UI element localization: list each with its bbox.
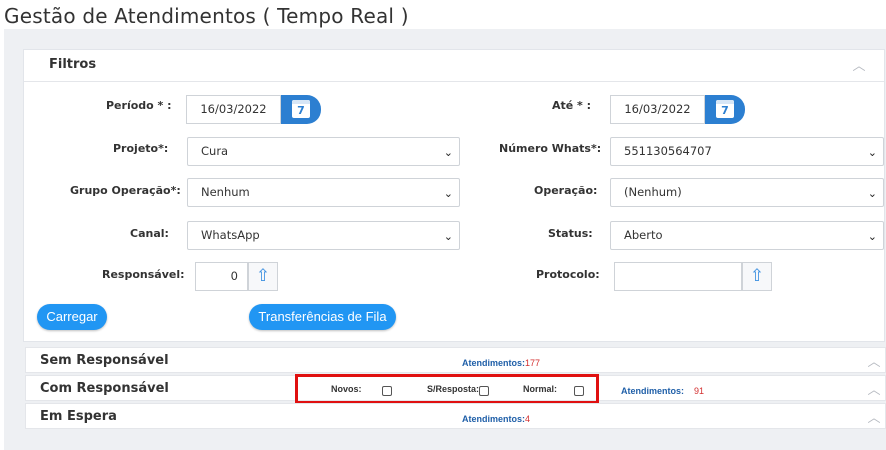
- chevron-down-icon: ⌄: [867, 146, 877, 159]
- status-label: Status:: [548, 227, 593, 240]
- filters-title: Filtros: [49, 57, 97, 72]
- periodo-input[interactable]: 16/03/2022: [186, 95, 281, 124]
- calendar-icon: 7: [292, 100, 310, 118]
- page-title: Gestão de Atendimentos ( Tempo Real ): [4, 4, 409, 28]
- grupo-operacao-select[interactable]: Nenhum ⌄: [187, 178, 460, 207]
- projeto-label: Projeto*:: [113, 142, 169, 155]
- chevron-down-icon: ⌄: [443, 146, 453, 159]
- operacao-select[interactable]: (Nenhum) ⌄: [610, 178, 884, 207]
- responsavel-up-button[interactable]: ⇧: [248, 262, 278, 291]
- ate-label: Até * :: [552, 99, 592, 112]
- em-espera-title: Em Espera: [40, 409, 117, 424]
- responsavel-input[interactable]: 0: [195, 262, 248, 291]
- filters-header[interactable]: Filtros ︿: [24, 50, 884, 82]
- em-espera-atendimentos: Atendimentos:4: [462, 414, 530, 424]
- atendimentos-label: Atendimentos:: [621, 386, 684, 396]
- protocolo-up-button[interactable]: ⇧: [742, 262, 772, 291]
- sem-responsavel-section[interactable]: Sem Responsável ︿: [25, 347, 886, 373]
- transferencias-fila-button[interactable]: Transferências de Fila: [249, 304, 396, 330]
- calendar-icon: 7: [716, 100, 734, 118]
- chevron-down-icon: ⌄: [867, 187, 877, 200]
- chevron-down-icon: ⌄: [443, 230, 453, 243]
- operacao-label: Operação:: [534, 184, 598, 197]
- chevron-up-icon[interactable]: ︿: [866, 384, 882, 397]
- canal-label: Canal:: [130, 227, 169, 240]
- chevron-down-icon: ⌄: [867, 230, 877, 243]
- atendimentos-count: 177: [525, 358, 541, 368]
- atendimentos-label: Atendimentos:: [462, 414, 525, 424]
- ate-input[interactable]: 16/03/2022: [610, 95, 705, 124]
- highlight-box: [295, 374, 599, 404]
- periodo-calendar-button[interactable]: 7: [281, 95, 321, 124]
- carregar-button[interactable]: Carregar: [37, 304, 107, 330]
- numero-whats-select[interactable]: 551130564707 ⌄: [610, 137, 884, 166]
- status-select[interactable]: Aberto ⌄: [610, 221, 884, 250]
- projeto-value: Cura: [201, 144, 229, 158]
- arrow-up-icon: ⇧: [255, 266, 271, 286]
- canal-value: WhatsApp: [201, 228, 260, 242]
- atendimentos-count: 4: [525, 414, 531, 424]
- grupo-operacao-value: Nenhum: [201, 185, 250, 199]
- canal-select[interactable]: WhatsApp ⌄: [187, 221, 460, 250]
- sem-responsavel-atendimentos: Atendimentos:177: [462, 358, 540, 368]
- chevron-up-icon[interactable]: ︿: [851, 60, 867, 73]
- periodo-label: Período * :: [106, 99, 172, 112]
- com-responsavel-atendimentos: Atendimentos: 91: [621, 386, 704, 396]
- ate-calendar-button[interactable]: 7: [705, 95, 745, 124]
- arrow-up-icon: ⇧: [749, 266, 765, 286]
- status-value: Aberto: [624, 228, 663, 242]
- atendimentos-count: 91: [694, 386, 705, 396]
- chevron-down-icon: ⌄: [443, 187, 453, 200]
- em-espera-section[interactable]: Em Espera ︿: [25, 403, 886, 429]
- chevron-up-icon[interactable]: ︿: [866, 412, 882, 425]
- protocolo-label: Protocolo:: [536, 268, 600, 281]
- com-responsavel-title: Com Responsável: [40, 381, 169, 396]
- numero-whats-value: 551130564707: [624, 144, 712, 158]
- operacao-value: (Nenhum): [624, 185, 682, 199]
- sem-responsavel-title: Sem Responsável: [40, 353, 169, 368]
- atendimentos-label: Atendimentos:: [462, 358, 525, 368]
- projeto-select[interactable]: Cura ⌄: [187, 137, 460, 166]
- chevron-up-icon[interactable]: ︿: [866, 356, 882, 369]
- responsavel-label: Responsável:: [102, 268, 185, 281]
- grupo-operacao-label: Grupo Operação*:: [70, 184, 181, 197]
- protocolo-input[interactable]: [614, 262, 742, 291]
- numero-whats-label: Número Whats*:: [499, 142, 602, 155]
